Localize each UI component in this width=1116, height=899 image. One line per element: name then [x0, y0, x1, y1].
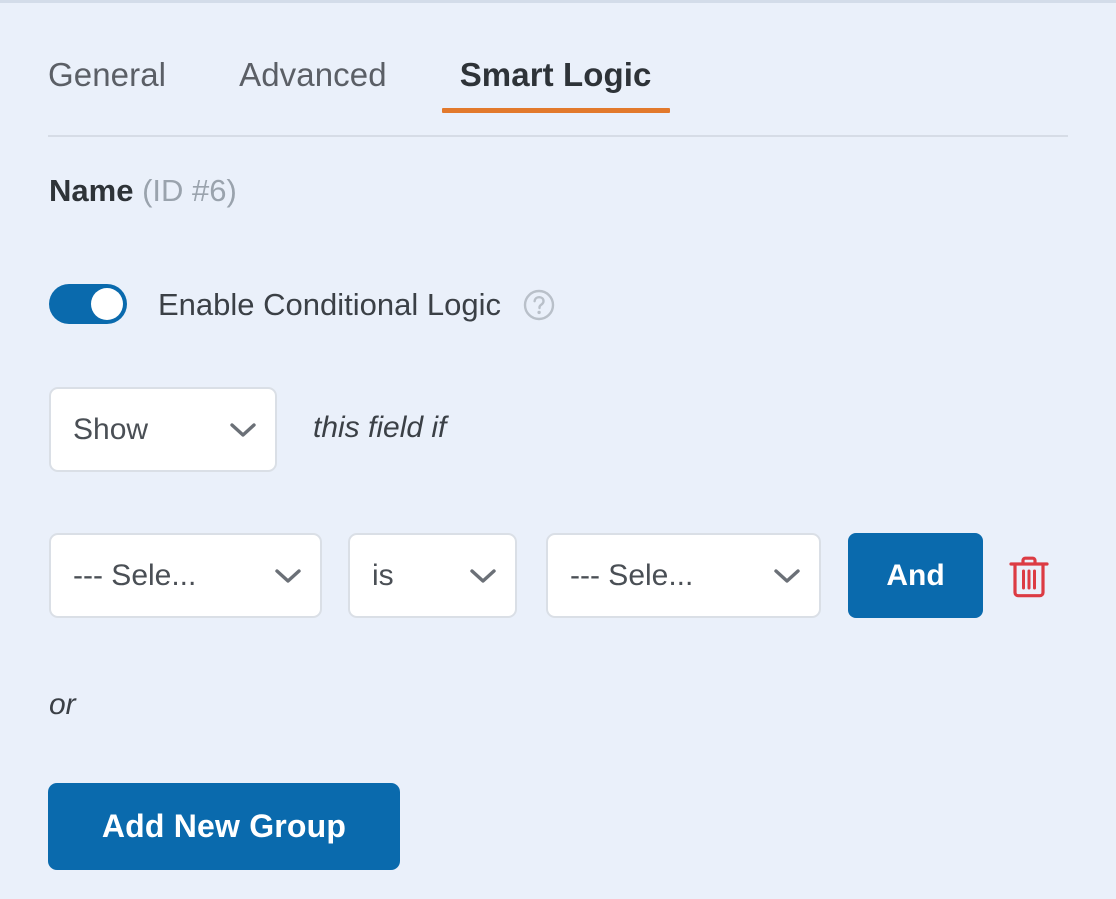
condition-value-value: --- Sele...: [570, 560, 694, 591]
tab-general[interactable]: General: [48, 58, 166, 113]
enable-conditional-logic-toggle[interactable]: [49, 284, 127, 324]
condition-field-select[interactable]: --- Sele...: [49, 533, 322, 618]
rule-prefix-text: this field if: [313, 411, 447, 444]
conditional-action-select[interactable]: Show: [49, 387, 277, 472]
field-id: (ID #6): [142, 173, 237, 208]
or-separator-text: or: [49, 688, 76, 721]
toggle-knob: [91, 288, 123, 320]
tab-list: General Advanced Smart Logic: [48, 25, 670, 113]
add-and-condition-button[interactable]: And: [848, 533, 983, 618]
tab-bar-divider: [48, 135, 1068, 137]
enable-conditional-logic-label: Enable Conditional Logic: [158, 286, 501, 322]
smart-logic-panel: General Advanced Smart Logic Name (ID #6…: [0, 0, 1116, 899]
tab-advanced[interactable]: Advanced: [239, 58, 387, 113]
enable-conditional-logic-row: Enable Conditional Logic: [49, 281, 555, 327]
chevron-down-icon: [229, 421, 257, 439]
chevron-down-icon: [274, 567, 302, 585]
condition-operator-select[interactable]: is: [348, 533, 517, 618]
condition-field-value: --- Sele...: [73, 560, 197, 591]
field-title: Name (ID #6): [49, 175, 237, 206]
settings-tab-bar: General Advanced Smart Logic: [0, 25, 1116, 137]
condition-value-select[interactable]: --- Sele...: [546, 533, 821, 618]
field-name: Name: [49, 173, 134, 208]
trash-icon[interactable]: [1007, 554, 1051, 600]
question-circle-icon[interactable]: [523, 289, 555, 321]
conditional-action-value: Show: [73, 414, 149, 445]
chevron-down-icon: [773, 567, 801, 585]
tab-smart-logic[interactable]: Smart Logic: [441, 58, 670, 113]
add-new-group-button[interactable]: Add New Group: [48, 783, 400, 870]
chevron-down-icon: [469, 567, 497, 585]
condition-operator-value: is: [372, 560, 394, 591]
